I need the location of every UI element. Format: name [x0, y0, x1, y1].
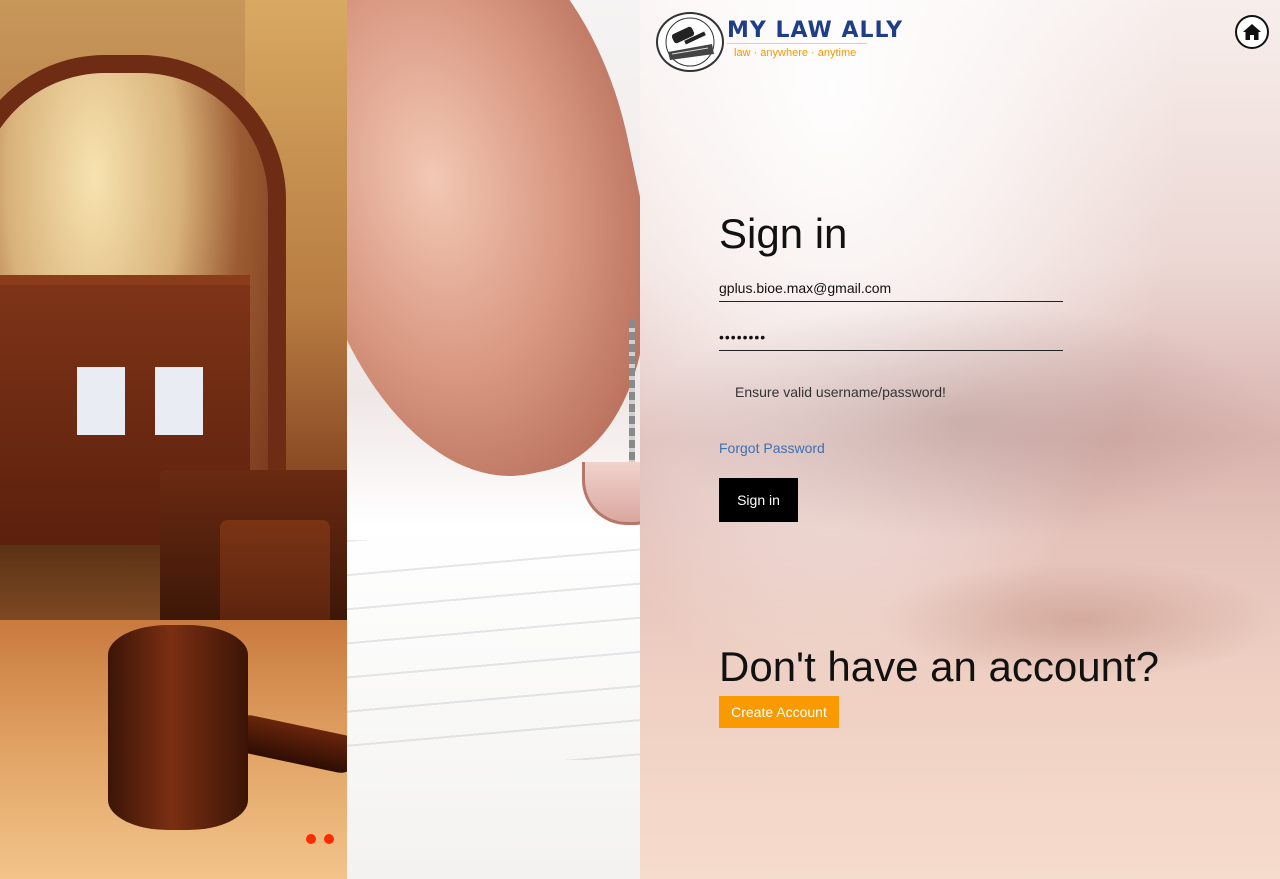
password-field[interactable]: [719, 324, 1063, 351]
email-field[interactable]: [719, 275, 1063, 302]
brand-name: MY LAW ALLY: [727, 18, 904, 43]
home-icon: [1243, 24, 1261, 40]
carousel-dots: [306, 834, 334, 844]
scales-hero-image: [347, 0, 640, 879]
gavel-logo-icon: [656, 12, 724, 72]
create-account-button[interactable]: Create Account: [719, 696, 839, 728]
brand-tagline: law · anywhere · anytime: [734, 47, 857, 59]
courtroom-hero-image: [0, 0, 347, 879]
home-button[interactable]: [1235, 15, 1269, 49]
carousel-dot-2[interactable]: [324, 834, 334, 844]
signin-title: Sign in: [719, 210, 848, 257]
carousel-dot-1[interactable]: [306, 834, 316, 844]
forgot-password-link[interactable]: Forgot Password: [719, 440, 825, 456]
brand-logo[interactable]: MY LAW ALLY law · anywhere · anytime: [656, 10, 902, 72]
error-message: Ensure valid username/password!: [735, 384, 946, 400]
signin-button[interactable]: Sign in: [719, 478, 798, 522]
no-account-heading: Don't have an account?: [719, 643, 1159, 690]
